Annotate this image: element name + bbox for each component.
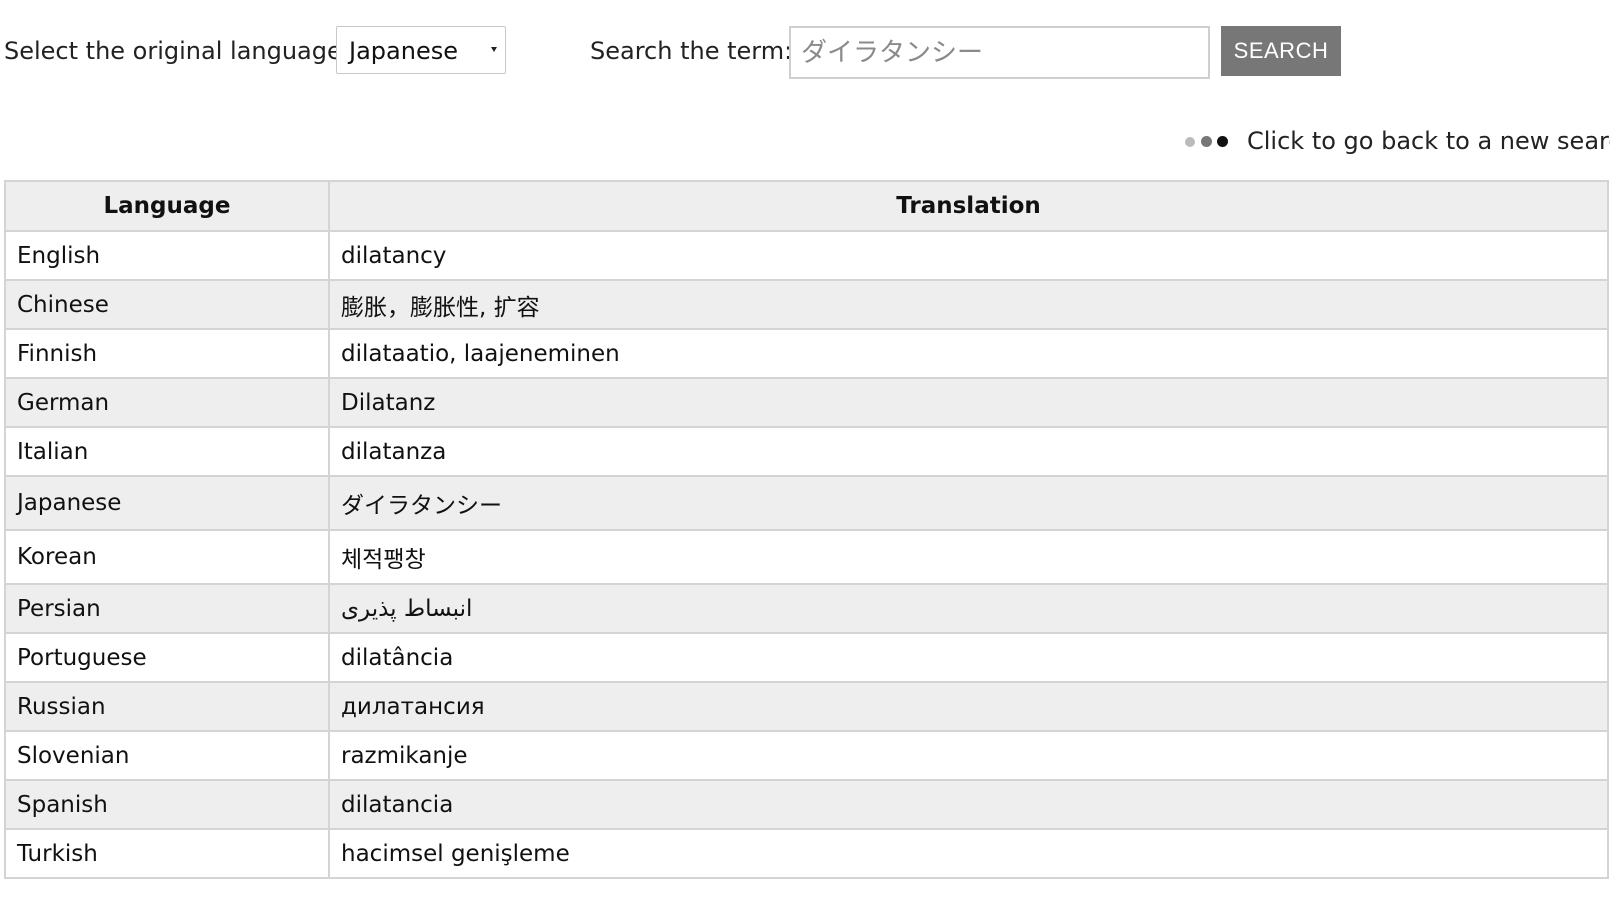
translation-cell: hacimsel genişleme [328,828,1609,879]
language-cell: Korean [4,529,330,585]
table-row: Japanese ダイラタンシー [4,475,1609,531]
translation-cell: dilatancia [328,779,1609,830]
language-cell: German [4,377,330,428]
table-row: Persian انبساط پذیری [4,583,1609,634]
table-row: Slovenian razmikanje [4,730,1609,781]
table-row: Finnish dilataatio, laajeneminen [4,328,1609,379]
translation-cell: Dilatanz [328,377,1609,428]
language-cell: Finnish [4,328,330,379]
translations-table: Language Translation English dilatancy C… [4,180,1609,879]
translation-cell: dilatância [328,632,1609,683]
language-cell: English [4,230,330,281]
search-term-label: Search the term: [590,37,793,65]
translation-cell: razmikanje [328,730,1609,781]
language-cell: Slovenian [4,730,330,781]
translation-cell: дилатансия [328,681,1609,732]
dot-medium [1201,136,1212,147]
table-row: Russian дилатансия [4,681,1609,732]
translation-cell: dilataatio, laajeneminen [328,328,1609,379]
language-cell: Japanese [4,475,330,531]
table-row: Turkish hacimsel genişleme [4,828,1609,879]
three-dots-icon [1185,136,1233,148]
language-cell: Chinese [4,279,330,330]
back-to-new-search-link[interactable]: Click to go back to a new search [1180,124,1610,158]
dot-dark [1217,136,1228,147]
language-cell: Spanish [4,779,330,830]
translation-cell: ダイラタンシー [328,475,1609,531]
language-select-value: Japanese [349,37,458,65]
table-row: Portuguese dilatância [4,632,1609,683]
search-term-input[interactable] [789,26,1210,79]
column-header-translation: Translation [328,180,1609,232]
search-button[interactable]: SEARCH [1221,26,1341,76]
translation-cell: dilatanza [328,426,1609,477]
language-cell: Portuguese [4,632,330,683]
table-row: Italian dilatanza [4,426,1609,477]
language-select-label: Select the original language: [4,37,350,65]
language-cell: Russian [4,681,330,732]
language-cell: Italian [4,426,330,477]
table-row: Korean 체적팽창 [4,529,1609,585]
table-row: German Dilatanz [4,377,1609,428]
language-select[interactable]: Japanese [336,26,506,74]
translation-cell: 체적팽창 [328,529,1609,585]
translation-cell: انبساط پذیری [328,583,1609,634]
table-header-row: Language Translation [4,180,1609,232]
translation-cell: 膨胀，膨胀性, 扩容 [328,279,1609,330]
table-row: English dilatancy [4,230,1609,281]
table-row: Spanish dilatancia [4,779,1609,830]
back-link-label: Click to go back to a new search [1247,127,1610,155]
table-row: Chinese 膨胀，膨胀性, 扩容 [4,279,1609,330]
dot-light [1185,137,1195,147]
dropdown-arrow-icon [491,47,497,52]
column-header-language: Language [4,180,330,232]
search-bar: Select the original language: Japanese S… [0,25,1610,79]
language-cell: Persian [4,583,330,634]
translation-search-page: Select the original language: Japanese S… [0,0,1610,908]
translation-cell: dilatancy [328,230,1609,281]
language-cell: Turkish [4,828,330,879]
